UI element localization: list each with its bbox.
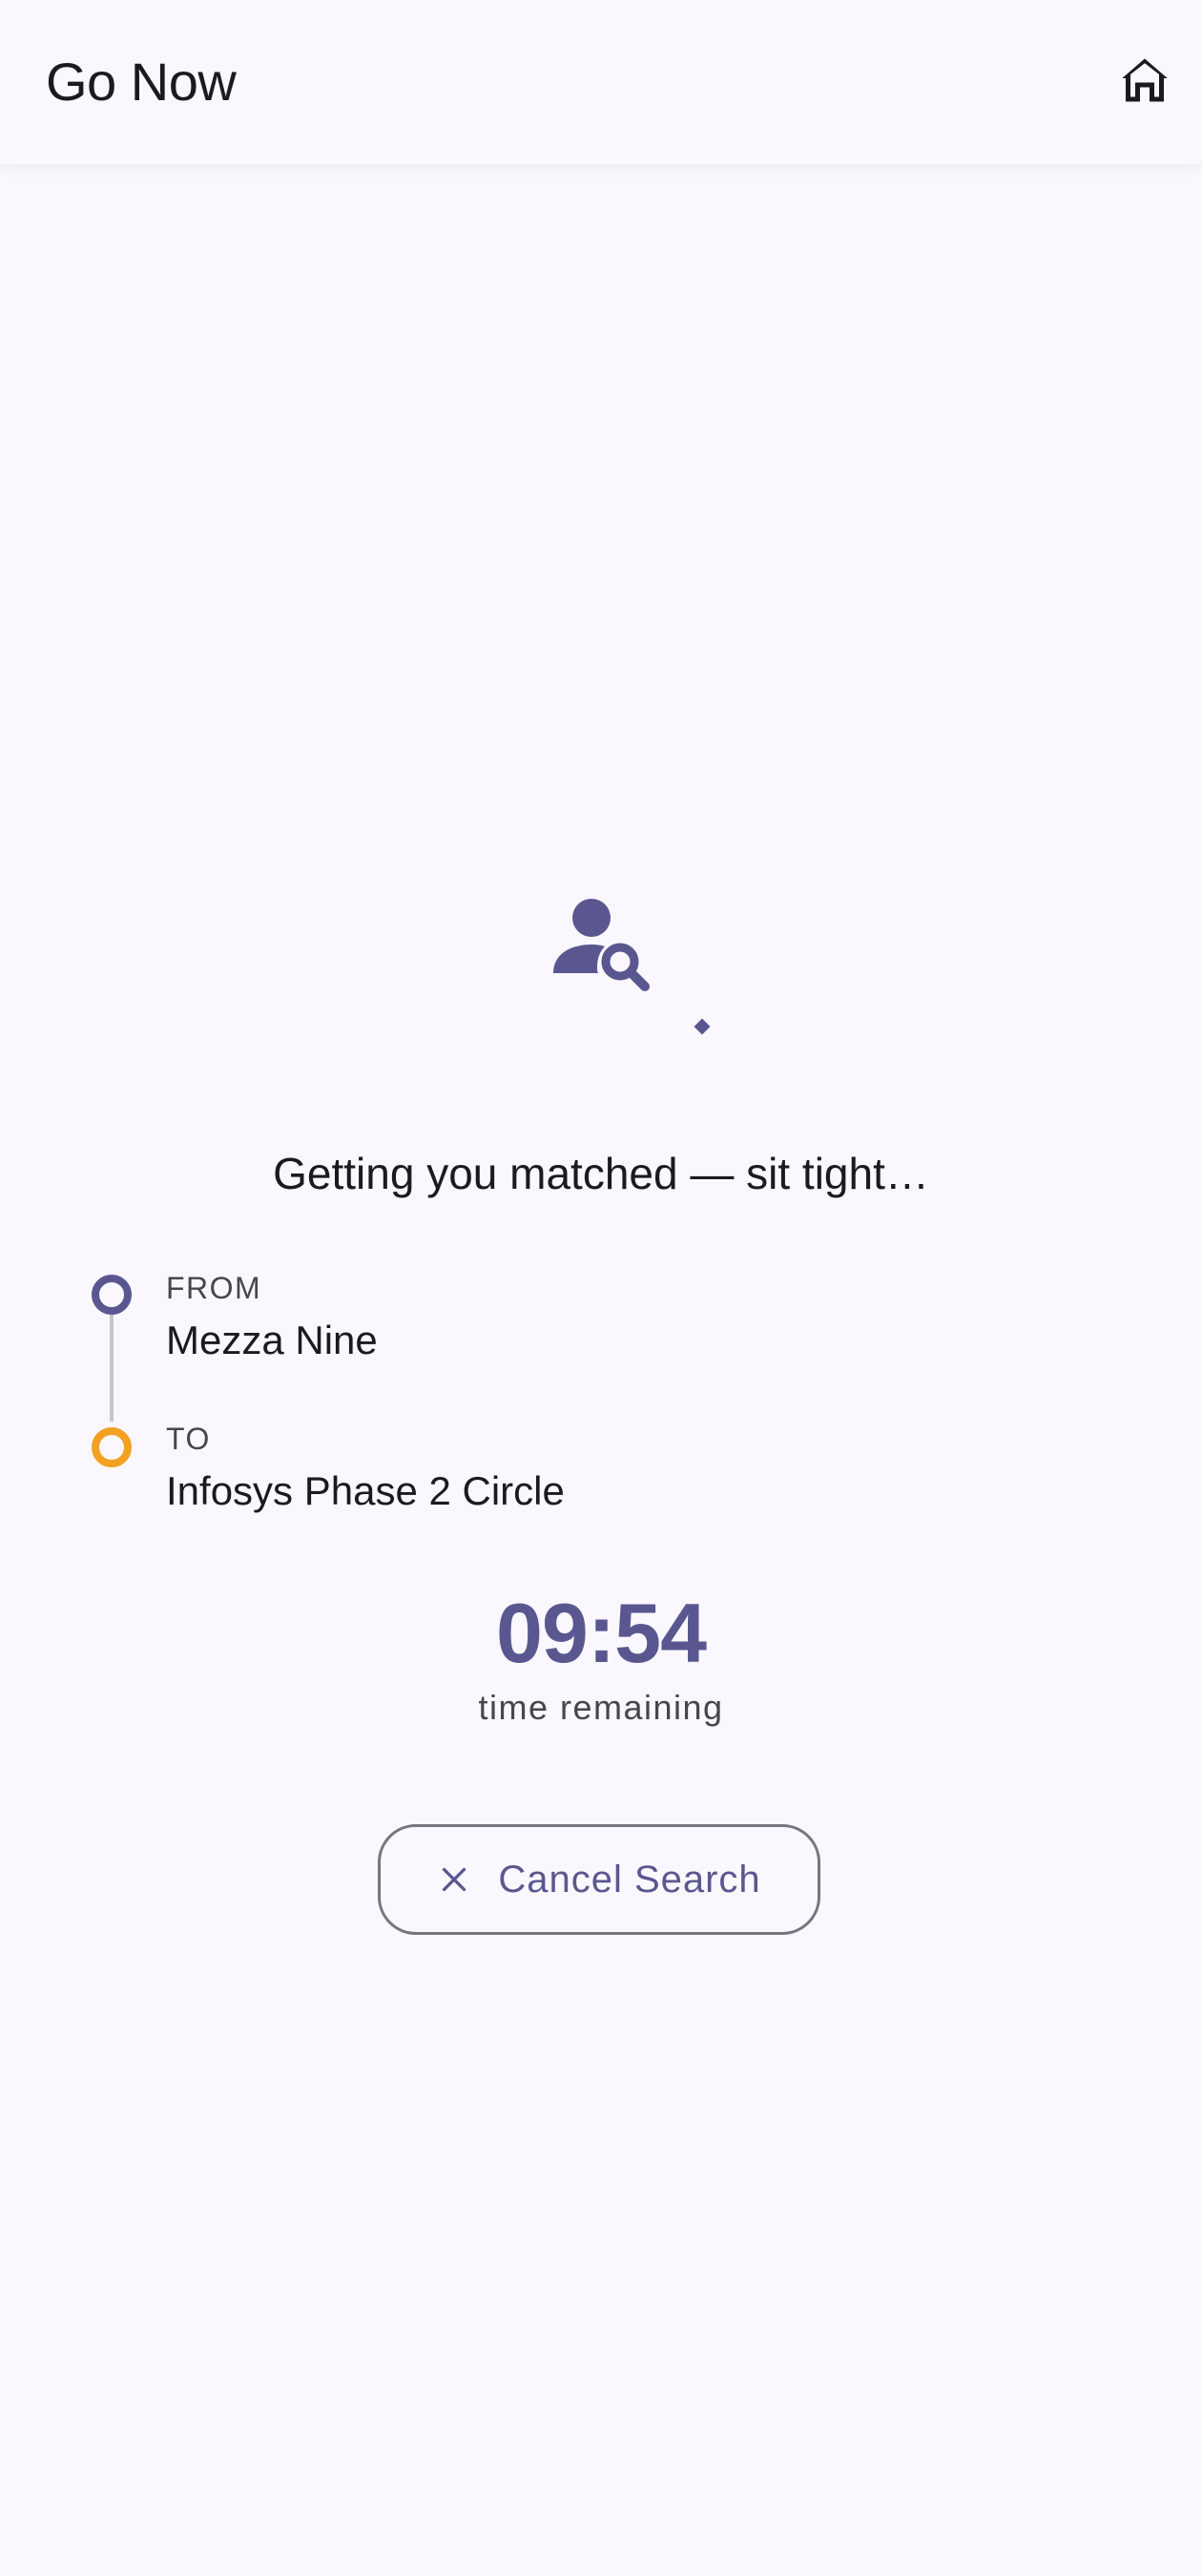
origin-marker-icon [92,1275,132,1315]
status-heading: Getting you matched — sit tight… [273,1149,929,1198]
from-label: FROM [166,1271,262,1305]
app-bar: Go Now [0,0,1202,164]
home-button[interactable] [1107,42,1183,118]
cancel-search-button[interactable]: Cancel Search [378,1824,820,1935]
countdown-caption: time remaining [478,1688,724,1727]
route-connector [110,1315,114,1422]
cancel-search-label: Cancel Search [498,1859,761,1901]
to-label: TO [166,1422,211,1456]
to-value: Infosys Phase 2 Circle [166,1468,565,1513]
home-icon [1122,58,1168,102]
countdown-timer: 09:54 [495,1586,707,1680]
close-icon [443,1867,466,1892]
loading-indicator [694,1018,711,1035]
person-search-icon [553,899,650,991]
destination-marker-icon [92,1427,132,1467]
route-summary: FROM Mezza Nine TO Infosys Phase 2 Circl… [92,1269,1046,1536]
app-title: Go Now [46,52,237,112]
from-value: Mezza Nine [166,1318,378,1362]
